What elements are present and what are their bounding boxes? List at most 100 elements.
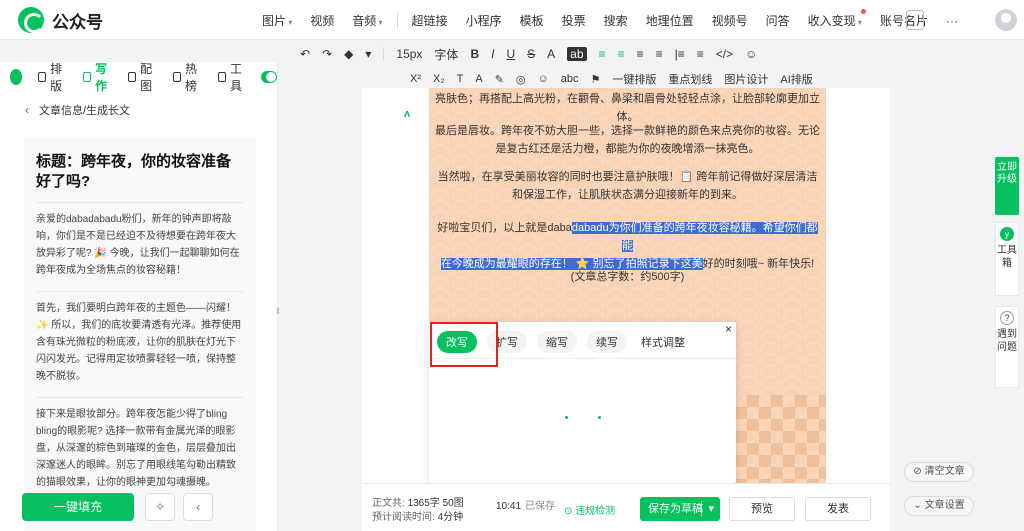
tab-tools-label: 工具	[230, 62, 243, 93]
letter-spacing-icon[interactable]: A	[475, 73, 482, 85]
nav-channels[interactable]: 视频号	[712, 12, 748, 29]
app-name: 公众号	[52, 12, 103, 32]
toolbox-label: 工具箱	[997, 245, 1017, 269]
pen-icon[interactable]: ✎	[495, 73, 504, 86]
code-icon[interactable]: </>	[716, 47, 733, 61]
indent-icon[interactable]: |≡	[675, 47, 685, 61]
font-size-select[interactable]: 15px	[396, 47, 422, 61]
wechat-logo-icon	[18, 7, 44, 33]
nav-image[interactable]: 图片	[262, 12, 292, 29]
font-family-select[interactable]: 字体	[434, 46, 458, 63]
abc-icon[interactable]: abc	[561, 73, 579, 85]
assistant-tabs: 排版 写作 配图 热榜 工具	[0, 60, 278, 94]
nav-template[interactable]: 模板	[520, 12, 544, 29]
underline-icon[interactable]: U	[506, 47, 515, 61]
magic-wand-icon[interactable]: ✧	[145, 493, 175, 521]
strikethrough-icon[interactable]: S	[527, 47, 535, 61]
superscript-icon[interactable]: X²	[410, 73, 421, 85]
tab-tools[interactable]: 工具	[217, 60, 247, 94]
image-design-button[interactable]: 图片设计	[724, 71, 768, 87]
format-toolbar-2: X² X₂ T A ✎ ◎ ☺ abc ⚑ 一键排版 重点划线 图片设计 AI排…	[410, 70, 813, 88]
bold-icon[interactable]: B	[470, 47, 479, 61]
read-time-value: 4分钟	[437, 512, 464, 523]
nav-hyperlink[interactable]: 超链接	[412, 12, 448, 29]
nav-miniprogram[interactable]: 小程序	[466, 12, 502, 29]
emoji-icon-2[interactable]: ☺	[538, 73, 549, 85]
body-count-label: 正文共:	[372, 498, 405, 509]
border-icon[interactable]: ◎	[516, 73, 526, 86]
tab-images[interactable]: 配图	[127, 60, 157, 94]
condense-button[interactable]: 缩写	[537, 331, 577, 353]
nav-audio[interactable]: 音频	[352, 12, 382, 29]
toolbox-button[interactable]: y 工具箱	[995, 222, 1019, 296]
clear-format-icon[interactable]: ▾	[365, 47, 371, 61]
nav-qa[interactable]: 问答	[766, 12, 790, 29]
format-toolbar: ↶ ↷ ◆ ▾ 15px 字体 B I U S A ab ≡ ≡ ≡ ≡ |≡ …	[300, 44, 757, 64]
justify-icon[interactable]: ≡	[656, 47, 663, 61]
nav-search[interactable]: 搜索	[604, 12, 628, 29]
continue-button[interactable]: 续写	[587, 331, 627, 353]
collapse-icon[interactable]: ‹	[183, 493, 213, 521]
highlight-icon[interactable]: ab	[567, 47, 587, 61]
key-underline-button[interactable]: 重点划线	[668, 71, 712, 87]
resize-handle[interactable]: ‖	[276, 306, 280, 316]
emoji-icon[interactable]: ☺	[745, 47, 757, 61]
article-settings-button[interactable]: ⌄ 文章设置	[904, 496, 974, 516]
generated-paragraph: 接下来是眼妆部分。跨年夜怎能少得了bling bling的眼影呢? 选择一款带有…	[36, 397, 244, 503]
ai-assistant-icon[interactable]: ʌ	[404, 108, 410, 120]
font-color-icon[interactable]: A	[547, 47, 555, 61]
back-arrow-icon[interactable]: ‹	[25, 103, 29, 117]
line-height-icon[interactable]: ≡	[697, 47, 704, 61]
nav-vote[interactable]: 投票	[562, 12, 586, 29]
subscript-icon[interactable]: X₂	[433, 73, 445, 85]
italic-icon[interactable]: I	[491, 47, 494, 61]
writing-icon	[82, 72, 92, 82]
word-count-line: (文章总字数：约500字)	[570, 271, 685, 283]
align-right-icon[interactable]: ≡	[637, 47, 644, 61]
compliance-check-button[interactable]: ⊙ 违规检测	[564, 502, 615, 517]
align-left-icon[interactable]: ≡	[599, 47, 606, 61]
flag-icon[interactable]: ⚑	[591, 73, 601, 86]
saved-label: 已保存	[525, 501, 556, 512]
publish-button[interactable]: 发表	[805, 497, 871, 521]
align-center-icon[interactable]: ≡	[618, 47, 625, 61]
close-icon[interactable]: ×	[725, 322, 732, 336]
assistant-toggle[interactable]	[260, 71, 278, 83]
text-spacing-icon[interactable]: T	[457, 73, 464, 85]
article-closing: 好啦宝贝们，以上就是dabadabadu为你们准备的跨年夜妆容秘籍。希望你们都能…	[429, 219, 826, 273]
help-label: 遇到问题	[997, 329, 1017, 353]
one-click-layout-button[interactable]: 一键排版	[612, 71, 656, 87]
style-adjust-button[interactable]: 样式调整	[641, 334, 685, 350]
breadcrumb: ‹ 文章信息/生成长文	[25, 102, 130, 118]
compliance-check-label: 违规检测	[575, 506, 616, 517]
one-click-fill-button[interactable]: 一键填充	[22, 493, 134, 521]
decorative-pattern	[735, 395, 826, 483]
save-draft-button[interactable]: 保存为草稿	[640, 497, 720, 521]
nav-video[interactable]: 视频	[310, 12, 334, 29]
avatar[interactable]	[995, 9, 1017, 31]
app-logo[interactable]: 公众号	[18, 7, 103, 33]
divider	[383, 47, 385, 61]
image-icon	[127, 72, 137, 82]
preview-button[interactable]: 预览	[729, 497, 795, 521]
nav-monetize[interactable]: 收入变现	[808, 9, 867, 29]
tab-writing[interactable]: 写作	[82, 60, 112, 94]
mobile-preview-icon[interactable]	[906, 10, 924, 30]
article-settings-label: 文章设置	[924, 500, 965, 511]
ai-layout-button[interactable]: AI排版	[780, 71, 812, 87]
upgrade-button[interactable]: 立即升级	[995, 157, 1019, 215]
format-painter-icon[interactable]: ◆	[344, 47, 353, 61]
redo-icon[interactable]: ↷	[322, 47, 332, 61]
help-button[interactable]: ? 遇到问题	[995, 306, 1019, 388]
tab-layout[interactable]: 排版	[37, 60, 67, 94]
nav-location[interactable]: 地理位置	[646, 12, 694, 29]
nav-more[interactable]: ···	[946, 14, 958, 28]
tools-icon	[217, 72, 227, 82]
tab-trending[interactable]: 热榜	[172, 60, 202, 94]
tab-trending-label: 热榜	[185, 62, 198, 93]
undo-icon[interactable]: ↶	[300, 47, 310, 61]
divider	[701, 501, 702, 517]
save-status: 10:41 已保存	[496, 497, 555, 512]
clear-article-button[interactable]: ⊘ 清空文章	[904, 462, 974, 482]
assistant-panel: 排版 写作 配图 热榜 工具 ‹ 文章信息/生成长文 标题：跨年夜，你的妆容准备…	[0, 62, 278, 531]
